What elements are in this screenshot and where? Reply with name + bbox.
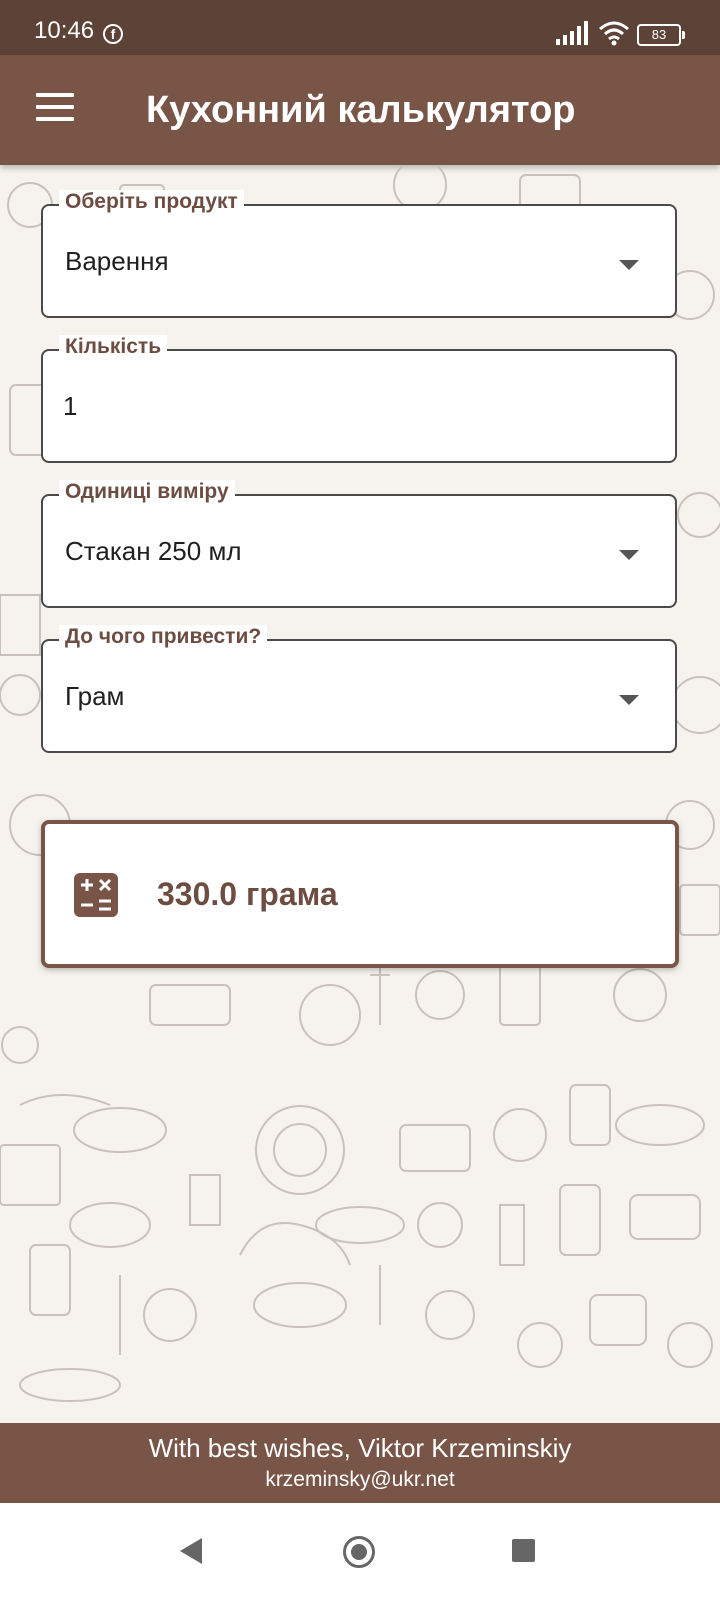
- product-value: Варення: [65, 246, 169, 276]
- facebook-icon: f: [103, 24, 123, 44]
- units-select[interactable]: Одиниці виміру Стакан 250 мл: [41, 480, 677, 608]
- hamburger-menu-icon[interactable]: [36, 93, 74, 127]
- status-time: 10:46: [34, 17, 95, 44]
- system-nav-bar: [0, 1503, 720, 1600]
- quantity-input[interactable]: Кількість 1: [41, 335, 677, 463]
- product-label: Оберіть продукт: [59, 190, 244, 214]
- quantity-label: Кількість: [59, 335, 168, 359]
- result-card: 330.0 грама: [41, 820, 679, 968]
- convert-to-label: До чого привести?: [59, 625, 268, 649]
- units-label: Одиниці виміру: [59, 480, 235, 504]
- footer-email[interactable]: krzeminsky@ukr.net: [0, 1468, 720, 1492]
- calculator-icon: [74, 873, 118, 917]
- footer-credit: With best wishes, Viktor Krzeminskiy: [148, 1433, 572, 1463]
- recents-square-icon[interactable]: [512, 1539, 535, 1562]
- dropdown-arrow-icon: [619, 260, 639, 270]
- product-select[interactable]: Оберіть продукт Варення: [41, 190, 677, 318]
- wifi-icon: [599, 21, 629, 46]
- footer: With best wishes, Viktor Krzeminskiy krz…: [0, 1423, 720, 1503]
- quantity-value[interactable]: 1: [63, 391, 77, 422]
- battery-icon: 83: [637, 24, 685, 46]
- battery-level: 83: [651, 27, 667, 42]
- home-circle-icon[interactable]: [343, 1536, 375, 1568]
- back-triangle-icon[interactable]: [180, 1538, 202, 1564]
- signal-icon: [556, 21, 588, 45]
- result-value: 330.0 грама: [157, 876, 338, 912]
- app-bar: Кухонний калькулятор: [0, 55, 720, 165]
- convert-to-value: Грам: [65, 681, 125, 711]
- dropdown-arrow-icon: [619, 550, 639, 560]
- units-value: Стакан 250 мл: [65, 536, 242, 566]
- dropdown-arrow-icon: [619, 695, 639, 705]
- convert-to-select[interactable]: До чого привести? Грам: [41, 625, 677, 753]
- app-title: Кухонний калькулятор: [146, 89, 576, 131]
- status-bar: 10:46 f 83: [0, 0, 720, 55]
